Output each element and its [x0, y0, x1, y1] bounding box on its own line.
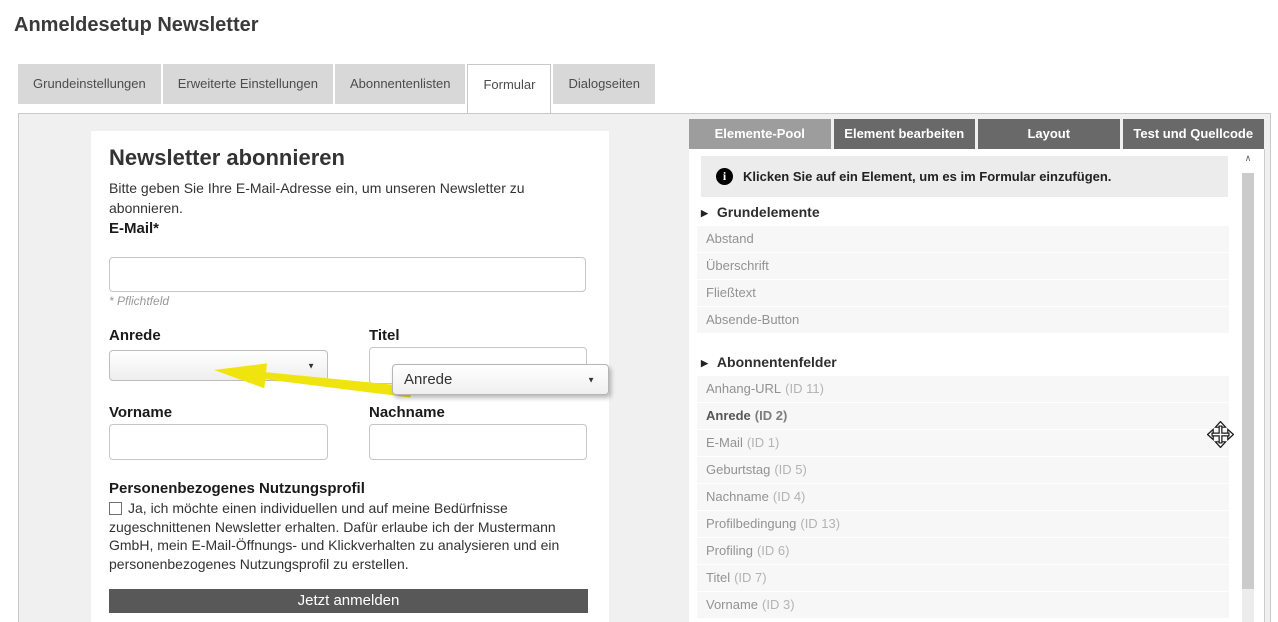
tab-elemente-pool[interactable]: Elemente-Pool [689, 119, 831, 149]
info-banner: i Klicken Sie auf ein Element, um es im … [701, 156, 1228, 197]
scrollbar-thumb[interactable] [1242, 173, 1254, 589]
email-label: E-Mail* [109, 220, 159, 237]
pool-item-vorname[interactable]: Vorname(ID 3) [697, 592, 1229, 618]
info-banner-text: Klicken Sie auf ein Element, um es im Fo… [743, 169, 1111, 184]
tab-grundeinstellungen[interactable]: Grundeinstellungen [18, 64, 161, 104]
section-abonnentenfelder[interactable]: ▶Abonnentenfelder [697, 347, 1229, 376]
form-preview-card: Newsletter abonnieren Bitte geben Sie Ih… [91, 131, 609, 622]
section-grundelemente[interactable]: ▶Grundelemente [697, 197, 1229, 226]
vorname-label: Vorname [109, 404, 172, 421]
tab-test-und-quellcode[interactable]: Test und Quellcode [1123, 119, 1265, 149]
tab-abonnentenlisten[interactable]: Abonnentenlisten [335, 64, 465, 104]
form-heading: Newsletter abonnieren [109, 145, 345, 171]
elemente-pool-panel: i Klicken Sie auf ein Element, um es im … [689, 149, 1265, 622]
move-cursor-icon [1207, 421, 1234, 448]
formular-workspace: Newsletter abonnieren Bitte geben Sie Ih… [18, 113, 1271, 622]
nachname-label: Nachname [369, 404, 445, 421]
email-field[interactable] [109, 257, 586, 292]
pool-item-ueberschrift[interactable]: Überschrift [697, 253, 1229, 279]
editor-tab-strip: Elemente-Pool Element bearbeiten Layout … [689, 119, 1264, 149]
section-arrow-icon: ▶ [701, 208, 708, 218]
pool-item-fliesstext[interactable]: Fließtext [697, 280, 1229, 306]
required-note: * Pflichtfeld [109, 294, 169, 308]
element-pool-list: ▶Grundelemente Abstand Überschrift Fließ… [697, 197, 1229, 619]
pool-item-profilbedingung[interactable]: Profilbedingung(ID 13) [697, 511, 1229, 537]
dragged-anrede-label: Anrede [404, 371, 452, 388]
pool-item-anhang-url[interactable]: Anhang-URL(ID 11) [697, 376, 1229, 402]
panel-scrollbar: ∧ [1241, 149, 1255, 622]
info-icon: i [716, 168, 733, 185]
submit-button[interactable]: Jetzt anmelden [109, 589, 588, 613]
tab-dialogseiten[interactable]: Dialogseiten [553, 64, 655, 104]
pool-item-e-mail[interactable]: E-Mail(ID 1) [697, 430, 1229, 456]
vorname-field[interactable] [109, 424, 328, 460]
dragged-anrede-element[interactable]: Anrede ▼ [392, 364, 609, 395]
scrollbar-track[interactable] [1242, 589, 1254, 622]
consent-block: Ja, ich möchte einen individuellen und a… [109, 499, 585, 573]
tab-element-bearbeiten[interactable]: Element bearbeiten [834, 119, 976, 149]
section-arrow-icon: ▶ [701, 358, 708, 368]
pool-item-titel[interactable]: Titel(ID 7) [697, 565, 1229, 591]
profile-heading: Personenbezogenes Nutzungsprofil [109, 480, 365, 497]
pool-item-profiling[interactable]: Profiling(ID 6) [697, 538, 1229, 564]
pool-item-anrede[interactable]: Anrede(ID 2) [697, 403, 1229, 429]
consent-text: Ja, ich möchte einen individuellen und a… [109, 500, 559, 572]
pool-item-abstand[interactable]: Abstand [697, 226, 1229, 252]
main-tab-strip: Grundeinstellungen Erweiterte Einstellun… [18, 64, 655, 113]
tab-formular[interactable]: Formular [467, 64, 551, 113]
form-intro-text: Bitte geben Sie Ihre E-Mail-Adresse ein,… [109, 178, 577, 219]
tab-erweiterte-einstellungen[interactable]: Erweiterte Einstellungen [163, 64, 333, 104]
pool-item-geburtstag[interactable]: Geburtstag(ID 5) [697, 457, 1229, 483]
tab-layout[interactable]: Layout [978, 119, 1120, 149]
pool-item-nachname[interactable]: Nachname(ID 4) [697, 484, 1229, 510]
titel-label: Titel [369, 327, 400, 344]
chevron-down-icon: ▼ [587, 365, 595, 394]
consent-checkbox[interactable] [109, 502, 122, 515]
pool-item-absende-button[interactable]: Absende-Button [697, 307, 1229, 333]
page-title: Anmeldesetup Newsletter [14, 14, 259, 37]
scroll-up-arrow-icon[interactable]: ∧ [1241, 149, 1255, 169]
nachname-field[interactable] [369, 424, 587, 460]
anrede-label: Anrede [109, 327, 161, 344]
